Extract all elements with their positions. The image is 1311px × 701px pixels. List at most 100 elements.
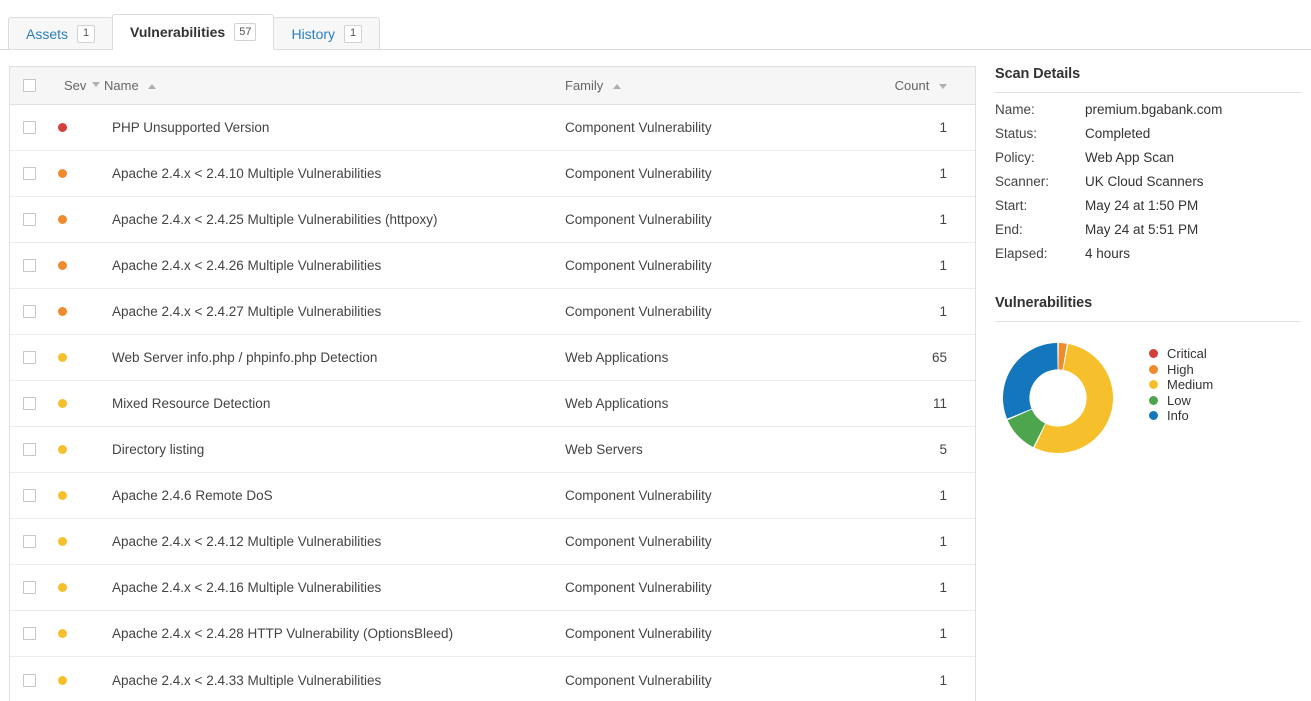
table-row[interactable]: Apache 2.4.x < 2.4.33 Multiple Vulnerabi… (10, 657, 975, 701)
donut-slice-info[interactable] (1003, 343, 1058, 419)
severity-cell (48, 399, 104, 408)
scan-detail-label: Name: (995, 102, 1085, 117)
details-sidebar: Scan Details Name:premium.bgabank.comSta… (995, 66, 1301, 463)
legend-item-info[interactable]: Info (1149, 408, 1213, 424)
family-cell: Web Applications (565, 350, 885, 365)
scan-detail-value: Completed (1085, 126, 1301, 141)
table-row[interactable]: Apache 2.4.x < 2.4.27 Multiple Vulnerabi… (10, 289, 975, 335)
count-cell: 1 (885, 304, 975, 319)
vulnerability-name-cell[interactable]: Apache 2.4.x < 2.4.27 Multiple Vulnerabi… (104, 304, 565, 319)
table-row[interactable]: Apache 2.4.x < 2.4.28 HTTP Vulnerability… (10, 611, 975, 657)
row-checkbox[interactable] (23, 121, 36, 134)
row-checkbox[interactable] (23, 397, 36, 410)
row-checkbox[interactable] (23, 259, 36, 272)
tab-vulnerabilities[interactable]: Vulnerabilities 57 (112, 14, 274, 50)
column-header-family[interactable]: Family (565, 78, 885, 93)
family-cell: Component Vulnerability (565, 626, 885, 641)
severity-cell (48, 215, 104, 224)
table-row[interactable]: Apache 2.4.x < 2.4.26 Multiple Vulnerabi… (10, 243, 975, 289)
vulnerability-name-cell[interactable]: PHP Unsupported Version (104, 120, 565, 135)
table-row[interactable]: PHP Unsupported VersionComponent Vulnera… (10, 105, 975, 151)
column-header-sev[interactable]: Sev (48, 78, 104, 93)
legend-label: Info (1167, 408, 1189, 423)
vulnerability-name-cell[interactable]: Apache 2.4.x < 2.4.10 Multiple Vulnerabi… (104, 166, 565, 181)
vulnerability-name-cell[interactable]: Apache 2.4.x < 2.4.25 Multiple Vulnerabi… (104, 212, 565, 227)
row-checkbox[interactable] (23, 443, 36, 456)
column-header-sev-label: Sev (64, 78, 86, 93)
legend-item-critical[interactable]: Critical (1149, 346, 1213, 362)
row-checkbox[interactable] (23, 213, 36, 226)
severity-cell (48, 629, 104, 638)
page-content: Sev Name Family Count PHP Unsupported Ve… (0, 50, 1311, 701)
sort-descending-icon (939, 84, 947, 89)
legend-dot-icon (1149, 411, 1158, 420)
column-header-name-label: Name (104, 78, 139, 93)
select-all-checkbox[interactable] (23, 79, 36, 92)
table-row[interactable]: Apache 2.4.6 Remote DoSComponent Vulnera… (10, 473, 975, 519)
legend-dot-icon (1149, 349, 1158, 358)
select-all-cell (10, 79, 48, 92)
column-header-count[interactable]: Count (885, 78, 975, 93)
severity-dot-icon (58, 169, 67, 178)
vulnerability-name-cell[interactable]: Apache 2.4.x < 2.4.16 Multiple Vulnerabi… (104, 580, 565, 595)
vulnerability-name-cell[interactable]: Apache 2.4.x < 2.4.33 Multiple Vulnerabi… (104, 673, 565, 688)
tab-strip: Assets 1 Vulnerabilities 57 History 1 (0, 0, 1311, 50)
vulnerability-name-cell[interactable]: Apache 2.4.x < 2.4.12 Multiple Vulnerabi… (104, 534, 565, 549)
family-cell: Component Vulnerability (565, 673, 885, 688)
severity-donut-chart (995, 340, 1125, 463)
count-cell: 5 (885, 442, 975, 457)
row-checkbox[interactable] (23, 535, 36, 548)
count-cell: 11 (885, 396, 975, 411)
legend-label: Low (1167, 393, 1191, 408)
row-checkbox[interactable] (23, 674, 36, 687)
column-header-name[interactable]: Name (104, 78, 565, 93)
row-select-cell (10, 535, 48, 548)
severity-cell (48, 261, 104, 270)
vulnerability-name-cell[interactable]: Apache 2.4.x < 2.4.26 Multiple Vulnerabi… (104, 258, 565, 273)
vulnerability-name-cell[interactable]: Apache 2.4.6 Remote DoS (104, 488, 565, 503)
table-row[interactable]: Apache 2.4.x < 2.4.12 Multiple Vulnerabi… (10, 519, 975, 565)
row-checkbox[interactable] (23, 489, 36, 502)
tab-assets[interactable]: Assets 1 (8, 17, 113, 50)
scan-detail-label: Elapsed: (995, 246, 1085, 261)
vulnerability-name-cell[interactable]: Apache 2.4.x < 2.4.28 HTTP Vulnerability… (104, 626, 565, 641)
table-row[interactable]: Web Server info.php / phpinfo.php Detect… (10, 335, 975, 381)
row-checkbox[interactable] (23, 627, 36, 640)
scan-detail-label: Policy: (995, 150, 1085, 165)
severity-cell (48, 491, 104, 500)
table-row[interactable]: Apache 2.4.x < 2.4.25 Multiple Vulnerabi… (10, 197, 975, 243)
table-row[interactable]: Apache 2.4.x < 2.4.16 Multiple Vulnerabi… (10, 565, 975, 611)
row-select-cell (10, 489, 48, 502)
legend-item-high[interactable]: High (1149, 362, 1213, 378)
severity-cell (48, 123, 104, 132)
scan-detail-row: End:May 24 at 5:51 PM (995, 222, 1301, 237)
legend-item-medium[interactable]: Medium (1149, 377, 1213, 393)
tab-history[interactable]: History 1 (273, 17, 380, 50)
row-checkbox[interactable] (23, 581, 36, 594)
severity-chart-area: CriticalHighMediumLowInfo (995, 340, 1301, 463)
vulnerabilities-table: Sev Name Family Count PHP Unsupported Ve… (9, 66, 976, 701)
family-cell: Component Vulnerability (565, 120, 885, 135)
legend-label: High (1167, 362, 1194, 377)
vulnerability-name-cell[interactable]: Directory listing (104, 442, 565, 457)
scan-detail-value: May 24 at 1:50 PM (1085, 198, 1301, 213)
tab-assets-label: Assets (26, 26, 68, 42)
row-checkbox[interactable] (23, 351, 36, 364)
table-row[interactable]: Apache 2.4.x < 2.4.10 Multiple Vulnerabi… (10, 151, 975, 197)
row-checkbox[interactable] (23, 167, 36, 180)
vulnerability-name-cell[interactable]: Mixed Resource Detection (104, 396, 565, 411)
scan-detail-row: Status:Completed (995, 126, 1301, 141)
severity-cell (48, 307, 104, 316)
row-select-cell (10, 259, 48, 272)
vulnerability-name-cell[interactable]: Web Server info.php / phpinfo.php Detect… (104, 350, 565, 365)
table-row[interactable]: Directory listingWeb Servers5 (10, 427, 975, 473)
table-row[interactable]: Mixed Resource DetectionWeb Applications… (10, 381, 975, 427)
row-select-cell (10, 627, 48, 640)
severity-cell (48, 537, 104, 546)
row-checkbox[interactable] (23, 305, 36, 318)
tab-assets-badge: 1 (77, 25, 95, 43)
scan-detail-label: Status: (995, 126, 1085, 141)
donut-svg (995, 340, 1125, 458)
legend-item-low[interactable]: Low (1149, 393, 1213, 409)
row-select-cell (10, 305, 48, 318)
